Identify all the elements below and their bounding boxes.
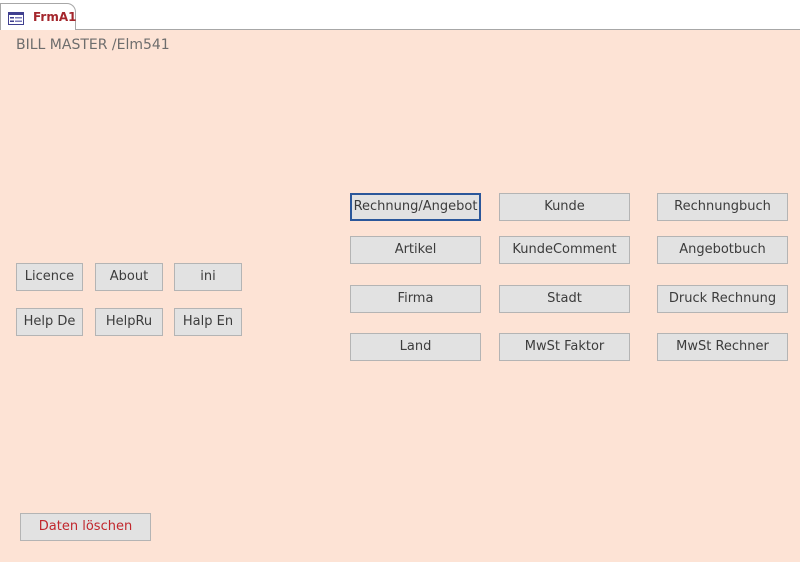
help-de-button[interactable]: Help De [16,308,83,336]
kunde-button[interactable]: Kunde [499,193,630,221]
land-button[interactable]: Land [350,333,481,361]
daten-loeschen-button[interactable]: Daten löschen [20,513,151,541]
help-en-button[interactable]: Halp En [174,308,242,336]
mwst-faktor-button[interactable]: MwSt Faktor [499,333,630,361]
tab-label: FrmA1 [33,10,77,24]
about-button[interactable]: About [95,263,163,291]
mwst-rechner-button[interactable]: MwSt Rechner [657,333,788,361]
rechnung-angebot-button[interactable]: Rechnung/Angebot [350,193,481,221]
rechnungbuch-button[interactable]: Rechnungbuch [657,193,788,221]
document-tab-bar: FrmA1 [0,0,800,30]
angebotbuch-button[interactable]: Angebotbuch [657,236,788,264]
artikel-button[interactable]: Artikel [350,236,481,264]
licence-button[interactable]: Licence [16,263,83,291]
ini-button[interactable]: ini [174,263,242,291]
form-icon [8,10,24,25]
help-ru-button[interactable]: HelpRu [95,308,163,336]
firma-button[interactable]: Firma [350,285,481,313]
tab-frma1[interactable]: FrmA1 [0,3,77,30]
druck-rechnung-button[interactable]: Druck Rechnung [657,285,788,313]
stadt-button[interactable]: Stadt [499,285,630,313]
kunde-comment-button[interactable]: KundeComment [499,236,630,264]
form-body: BILL MASTER /Elm541 Licence About ini He… [0,30,800,562]
form-title: BILL MASTER /Elm541 [16,37,170,53]
